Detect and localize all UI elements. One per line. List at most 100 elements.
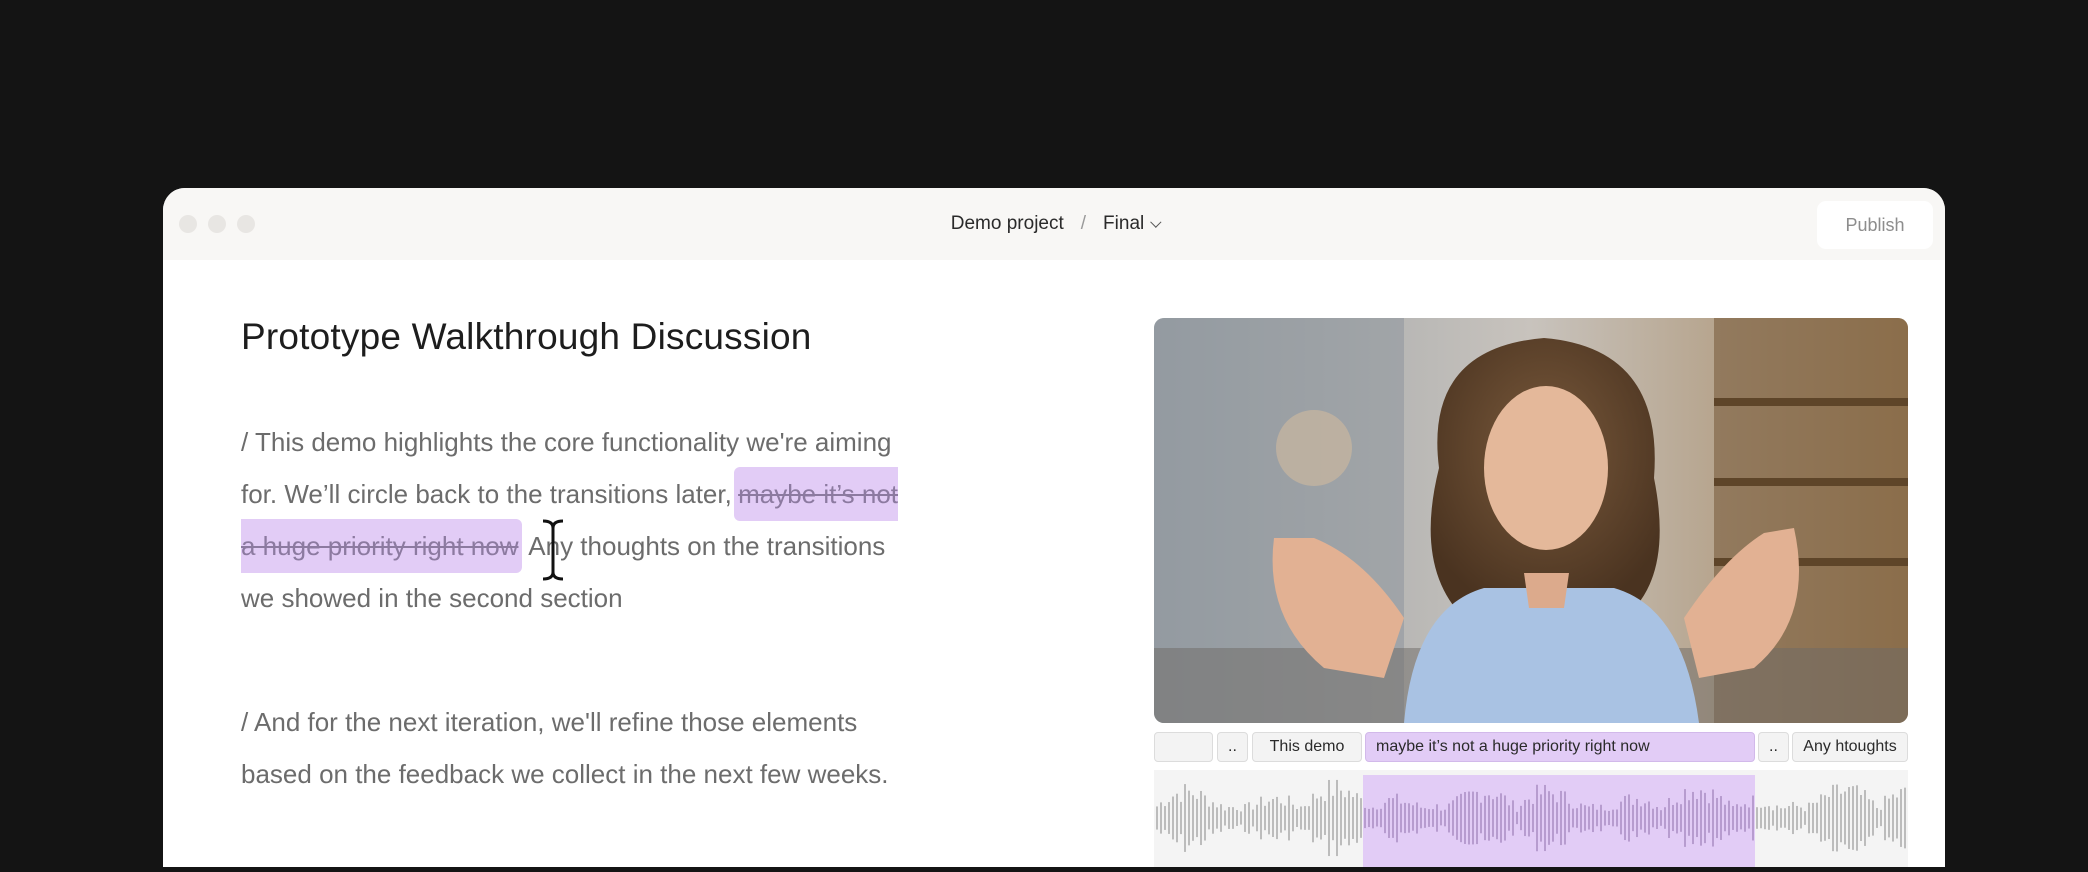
- waveform-bar: [1628, 794, 1630, 842]
- waveform-bar: [1884, 795, 1886, 841]
- waveform-bar: [1348, 790, 1350, 846]
- waveform-bar: [1768, 806, 1770, 830]
- waveform-bar: [1764, 806, 1766, 830]
- waveform-bar: [1276, 796, 1278, 840]
- waveform-bar: [1580, 803, 1582, 833]
- waveform-bar: [1464, 792, 1466, 844]
- waveform-bar: [1480, 802, 1482, 834]
- waveform-bar: [1596, 809, 1598, 827]
- waveform-bar: [1200, 790, 1202, 846]
- waveform-bar: [1380, 808, 1382, 828]
- waveform-bar: [1440, 810, 1442, 826]
- version-dropdown[interactable]: Final: [1103, 213, 1162, 235]
- waveform-bar: [1216, 807, 1218, 829]
- waveform-bar: [1320, 796, 1322, 840]
- waveform-bar: [1636, 798, 1638, 838]
- waveform-bar: [1164, 806, 1166, 830]
- waveform-bar: [1176, 793, 1178, 843]
- waveform-bar: [1684, 789, 1686, 847]
- waveform-bar: [1404, 802, 1406, 834]
- waveform-bar: [1500, 793, 1502, 843]
- waveform-bar: [1896, 797, 1898, 839]
- audio-waveform[interactable]: [1154, 770, 1908, 867]
- waveform-bar: [1536, 784, 1538, 852]
- waveform-bar: [1248, 802, 1250, 834]
- waveform-bar: [1300, 806, 1302, 830]
- document-title[interactable]: Prototype Walkthrough Discussion: [241, 316, 921, 358]
- waveform-bar: [1516, 811, 1518, 825]
- titlebar: Demo project / Final Publish: [163, 188, 1945, 260]
- waveform-bar: [1588, 806, 1590, 830]
- waveform-bar: [1184, 784, 1186, 852]
- waveform-bar: [1264, 805, 1266, 831]
- waveform-bar: [1728, 800, 1730, 836]
- waveform-bar: [1324, 801, 1326, 835]
- waveform-bar: [1708, 803, 1710, 833]
- waveform-bar: [1868, 799, 1870, 837]
- waveform-bar: [1800, 807, 1802, 829]
- waveform-bar: [1736, 804, 1738, 832]
- waveform-bar: [1412, 805, 1414, 831]
- waveform-bar: [1852, 786, 1854, 850]
- waveform-bar: [1368, 808, 1370, 828]
- waveform-bar: [1712, 789, 1714, 847]
- waveform-bar: [1604, 810, 1606, 826]
- waveform-bar: [1316, 798, 1318, 838]
- timeline-segment-selected[interactable]: maybe it’s not a huge priority right now: [1365, 732, 1755, 762]
- waveform-bar: [1700, 790, 1702, 846]
- waveform-bar: [1396, 793, 1398, 843]
- waveform-bar: [1760, 807, 1762, 829]
- waveform-bar: [1376, 809, 1378, 827]
- waveform-bar: [1624, 795, 1626, 841]
- waveform-bar: [1236, 810, 1238, 826]
- waveform-bar: [1432, 809, 1434, 827]
- waveform-bar: [1304, 806, 1306, 830]
- waveform-bar: [1648, 801, 1650, 835]
- transcript-paragraph-2[interactable]: / And for the next iteration, we'll refi…: [241, 696, 911, 800]
- chevron-down-icon: [1150, 216, 1162, 228]
- waveform-bar: [1900, 789, 1902, 847]
- waveform-bar: [1824, 795, 1826, 841]
- waveform-bar: [1452, 800, 1454, 836]
- breadcrumb-project[interactable]: Demo project: [951, 213, 1064, 235]
- waveform-bar: [1384, 802, 1386, 834]
- video-preview[interactable]: [1154, 318, 1908, 723]
- waveform-bar: [1752, 795, 1754, 841]
- waveform-bar: [1192, 795, 1194, 841]
- waveform-bar: [1756, 807, 1758, 829]
- timeline-segment[interactable]: This demo: [1252, 732, 1362, 762]
- timeline-segment[interactable]: Any htoughts: [1792, 732, 1908, 762]
- waveform-bar: [1716, 797, 1718, 839]
- waveform-bar: [1720, 796, 1722, 840]
- waveform-bar: [1808, 802, 1810, 834]
- waveform-bar: [1888, 798, 1890, 838]
- timeline-segment-gap[interactable]: ..: [1217, 732, 1248, 762]
- waveform-bar: [1548, 791, 1550, 845]
- waveform-bar: [1676, 802, 1678, 834]
- waveform-bar: [1364, 807, 1366, 829]
- waveform-bar: [1344, 797, 1346, 839]
- waveform-bar: [1312, 793, 1314, 843]
- waveform-bar: [1336, 779, 1338, 857]
- transcript-paragraph-1[interactable]: / This demo highlights the core function…: [241, 416, 911, 624]
- waveform-bar: [1492, 799, 1494, 837]
- waveform-bar: [1576, 808, 1578, 828]
- waveform-bar: [1892, 794, 1894, 842]
- waveform-bar: [1532, 803, 1534, 833]
- waveform-bar: [1424, 808, 1426, 828]
- timeline-segment-gap[interactable]: ..: [1758, 732, 1789, 762]
- waveform-bar: [1848, 787, 1850, 849]
- waveform-bar: [1528, 799, 1530, 837]
- waveform-bar: [1232, 807, 1234, 829]
- waveform-bar: [1664, 807, 1666, 829]
- waveform-bar: [1656, 807, 1658, 829]
- publish-button[interactable]: Publish: [1817, 201, 1933, 249]
- waveform-bar: [1784, 808, 1786, 828]
- waveform-bar: [1292, 804, 1294, 832]
- waveform-bar: [1632, 804, 1634, 832]
- transcript-editor: Prototype Walkthrough Discussion / This …: [241, 316, 921, 789]
- waveform-bar: [1156, 806, 1158, 830]
- waveform-bar: [1724, 804, 1726, 832]
- timeline-segment[interactable]: [1154, 732, 1213, 762]
- waveform-bar: [1496, 796, 1498, 840]
